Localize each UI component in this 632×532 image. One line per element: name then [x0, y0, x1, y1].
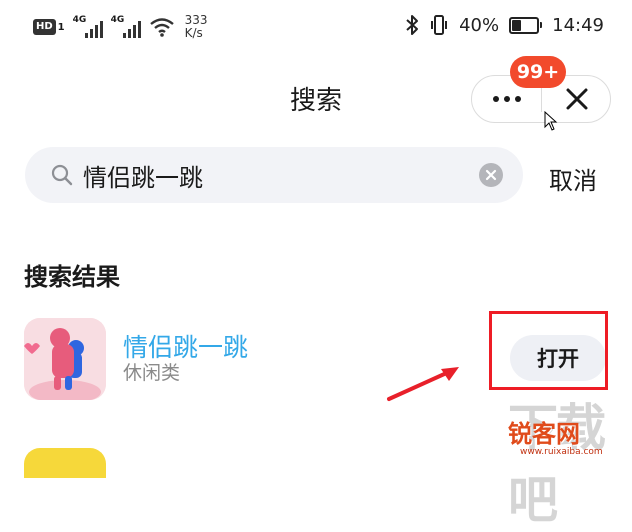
status-bar: HD 1 4G 4G 333 K/s 40% 14:49	[0, 0, 632, 58]
watermark-site-name: 锐客网	[508, 420, 580, 448]
search-bar	[25, 147, 523, 203]
app-icon[interactable]	[24, 318, 106, 400]
close-icon	[566, 88, 588, 110]
status-bar-left: HD 1 4G 4G 333 K/s	[33, 14, 208, 40]
cancel-button[interactable]: 取消	[549, 161, 597, 196]
app-category: 休闲类	[123, 362, 181, 384]
search-input[interactable]	[83, 155, 463, 195]
watermark-url: www.ruixaiba.com	[520, 447, 603, 457]
search-icon	[51, 164, 73, 186]
hd-sub: 1	[57, 21, 65, 33]
annotation-arrow-icon	[387, 367, 459, 401]
battery-fill	[512, 19, 521, 31]
network-speed: 333 K/s	[185, 14, 208, 40]
hd-voice-indicator: HD 1	[33, 19, 65, 35]
status-bar-right: 40% 14:49	[405, 14, 604, 36]
couple-jump-game-icon	[24, 318, 106, 400]
clear-icon	[485, 169, 497, 181]
battery-icon	[509, 16, 543, 34]
clear-search-button[interactable]	[479, 163, 503, 187]
sim2-network-tag: 4G	[110, 15, 125, 25]
signal-sim2-icon: 4G	[111, 16, 141, 38]
wifi-icon	[149, 18, 174, 37]
mouse-cursor-icon	[544, 111, 558, 131]
network-speed-unit: K/s	[184, 26, 203, 40]
signal-sim1-icon: 4G	[73, 16, 103, 38]
more-icon	[490, 96, 523, 102]
clock: 14:49	[552, 14, 604, 36]
sim1-network-tag: 4G	[72, 15, 87, 25]
section-title-search-results: 搜索结果	[24, 263, 120, 291]
watermark-logo: 下载吧	[508, 399, 606, 529]
vibrate-icon	[431, 15, 448, 35]
bluetooth-icon	[406, 15, 419, 35]
highlight-box	[489, 311, 608, 390]
notification-badge: 99+	[510, 56, 566, 88]
battery-percent: 40%	[459, 14, 500, 36]
next-app-icon[interactable]	[24, 448, 106, 478]
hd-label: HD	[33, 19, 56, 35]
